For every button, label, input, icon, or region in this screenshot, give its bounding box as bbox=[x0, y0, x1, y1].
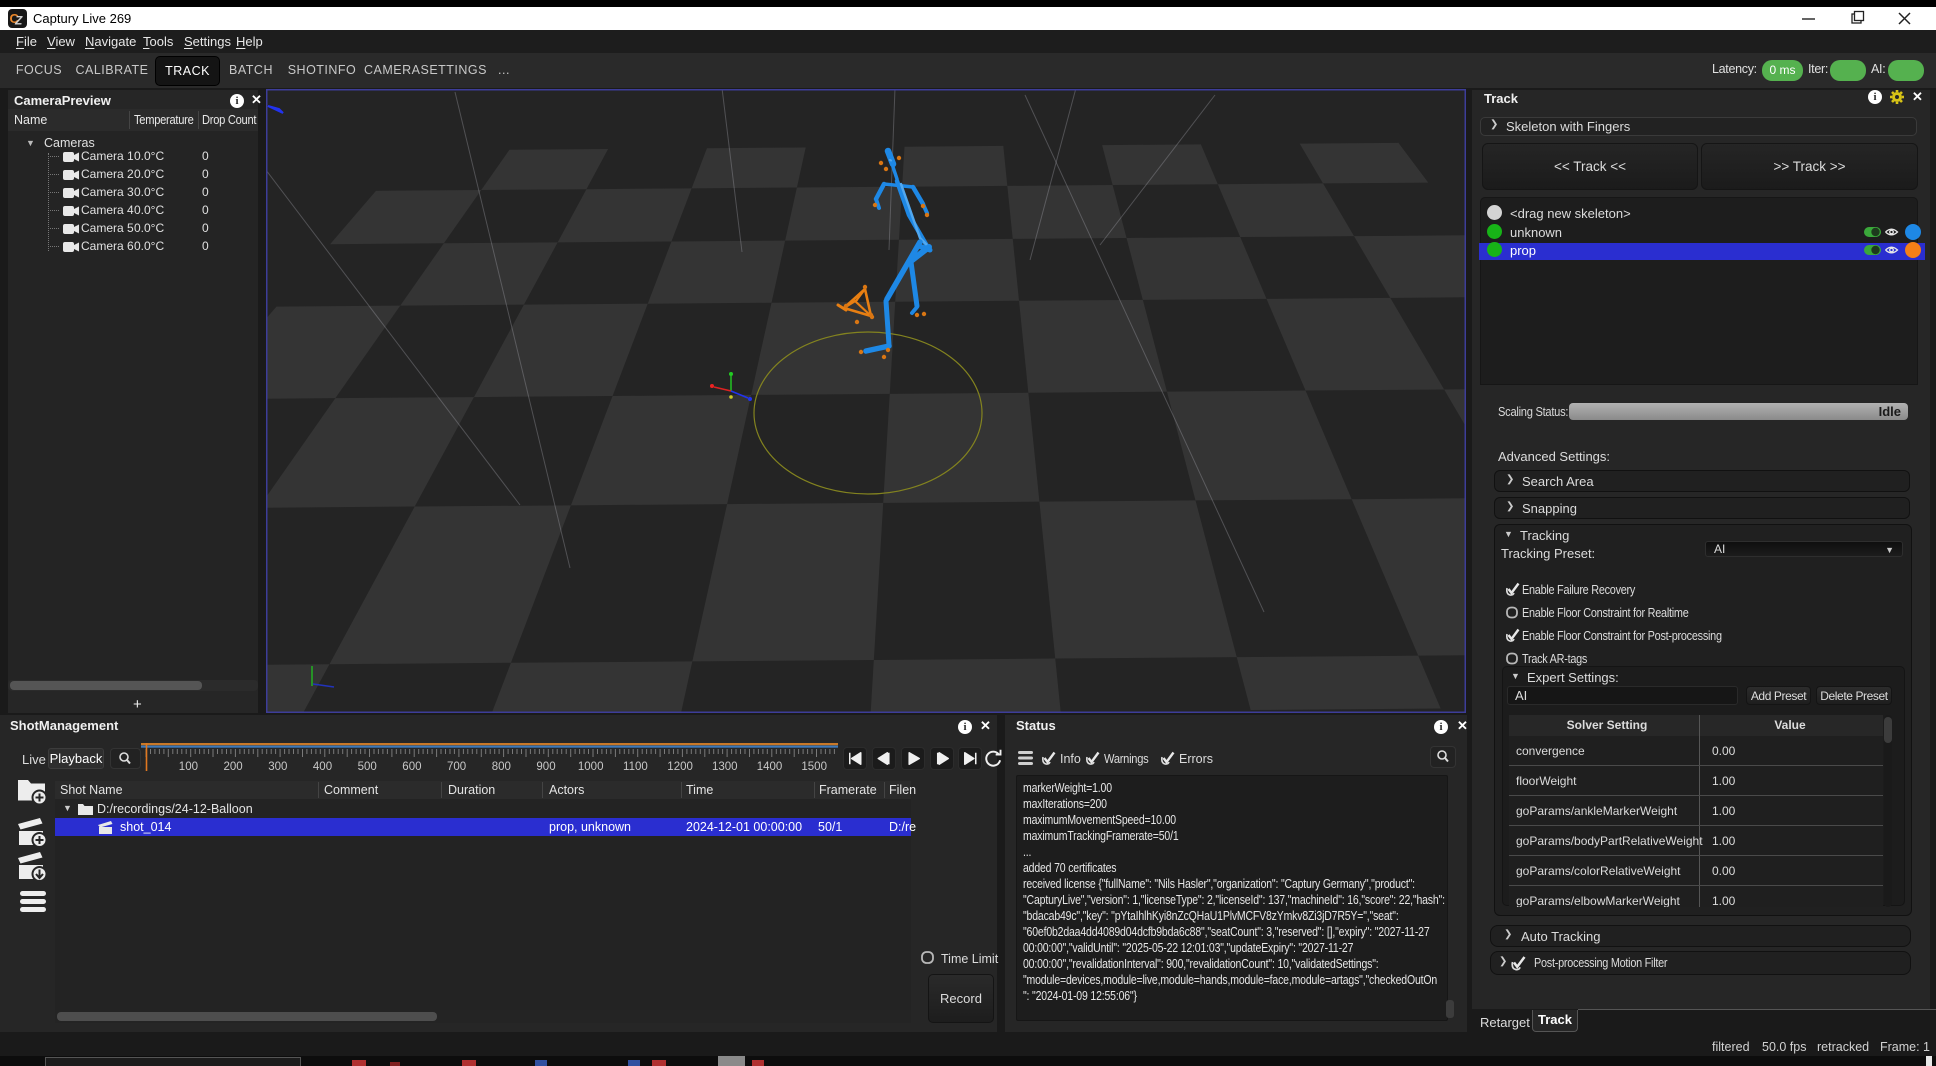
svg-text:1200: 1200 bbox=[667, 761, 693, 773]
svg-text:900: 900 bbox=[536, 761, 555, 773]
svg-text:1400: 1400 bbox=[757, 761, 783, 773]
svg-text:400: 400 bbox=[313, 761, 332, 773]
svg-text:300: 300 bbox=[268, 761, 287, 773]
svg-text:800: 800 bbox=[492, 761, 511, 773]
svg-text:700: 700 bbox=[447, 761, 466, 773]
svg-text:500: 500 bbox=[358, 761, 377, 773]
svg-text:1500: 1500 bbox=[801, 761, 827, 773]
svg-text:1000: 1000 bbox=[578, 761, 604, 773]
svg-text:1100: 1100 bbox=[623, 761, 648, 773]
svg-text:Z: Z bbox=[14, 14, 23, 28]
svg-text:1300: 1300 bbox=[712, 761, 738, 773]
svg-text:100: 100 bbox=[179, 761, 198, 773]
svg-text:600: 600 bbox=[402, 761, 421, 773]
svg-text:200: 200 bbox=[224, 761, 243, 773]
